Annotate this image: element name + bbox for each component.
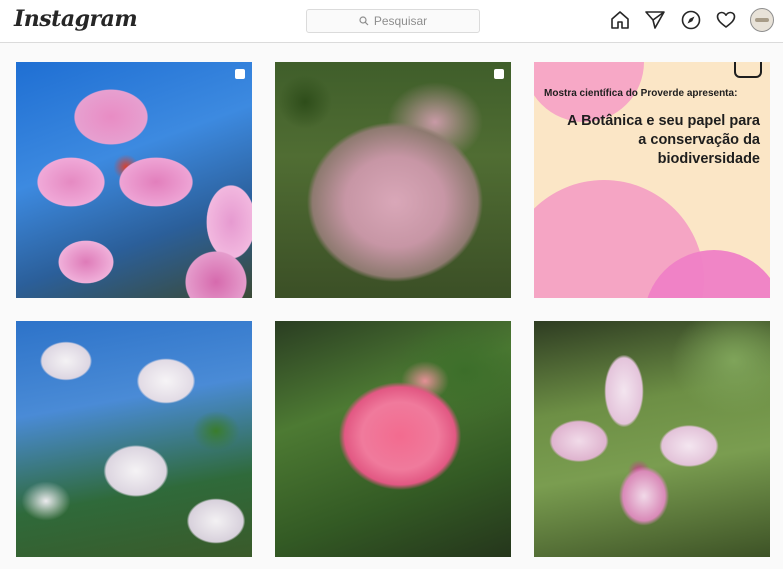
post-tile-pink-shrub[interactable] — [275, 62, 511, 298]
top-navigation-bar: Instagram Pesquisar — [0, 0, 783, 43]
search-input[interactable]: Pesquisar — [306, 9, 480, 33]
search-icon — [359, 16, 369, 26]
post-tile-pink-flowers[interactable] — [16, 62, 252, 298]
activity-heart-icon[interactable] — [715, 9, 737, 31]
post-tile-promo[interactable]: Mostra científica do Proverde apresenta:… — [534, 62, 770, 298]
home-icon[interactable] — [609, 9, 631, 31]
promo-title-line-1: A Botânica e seu papel para — [567, 113, 760, 129]
search-placeholder: Pesquisar — [373, 14, 428, 28]
promo-title-line-2: a conservação da — [638, 132, 760, 148]
post-tile-white-flowers[interactable] — [16, 321, 252, 557]
instagram-logo[interactable]: Instagram — [14, 6, 138, 32]
corner-graphic — [734, 62, 762, 78]
promo-title-line-3: biodiversidade — [657, 151, 760, 167]
promo-title: A Botânica e seu papel para a conservaçã… — [540, 112, 760, 169]
direct-send-icon[interactable] — [644, 9, 666, 31]
profile-avatar[interactable] — [750, 8, 774, 32]
post-tile-pink-flower-cluster[interactable] — [275, 321, 511, 557]
explore-compass-icon[interactable] — [680, 9, 702, 31]
multiple-images-icon — [494, 69, 504, 79]
post-tile-pink-white-flower[interactable] — [534, 321, 770, 557]
promo-subtitle: Mostra científica do Proverde apresenta: — [544, 88, 738, 99]
multiple-images-icon — [235, 69, 245, 79]
